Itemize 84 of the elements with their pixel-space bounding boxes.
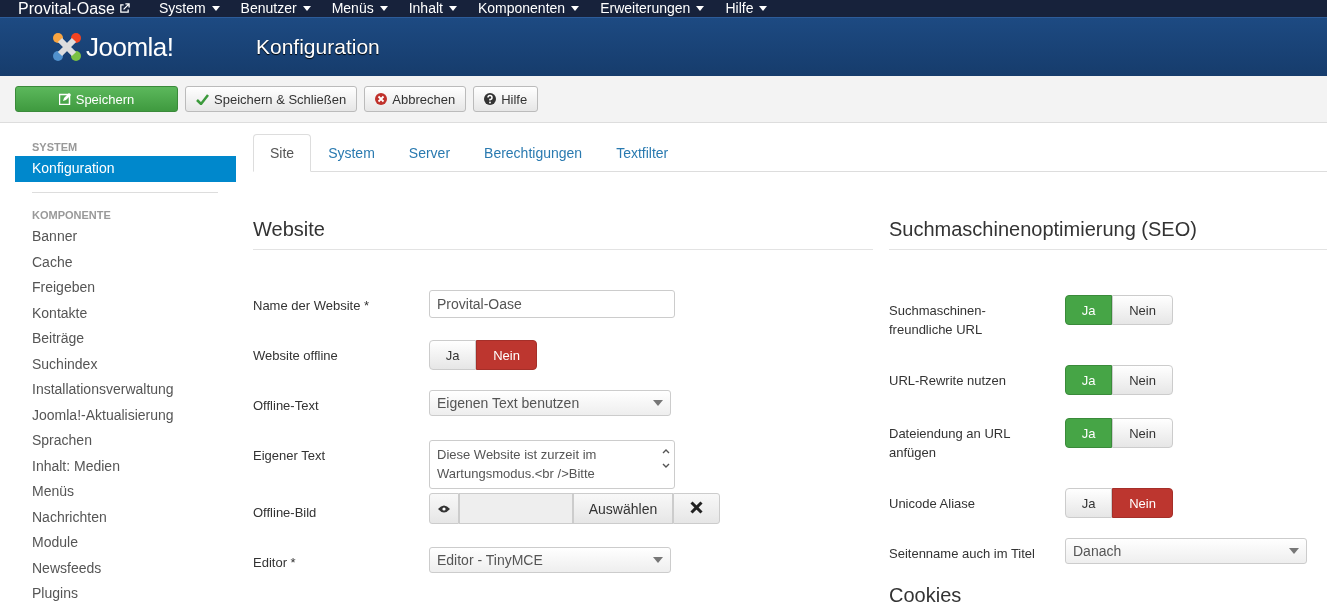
sidebar-item[interactable]: Banner	[15, 224, 236, 250]
field-label: Dateiendung an URL anfügen	[889, 425, 1011, 462]
toggle-option[interactable]: Nein	[1112, 365, 1173, 395]
sidebar-item[interactable]: Cache	[15, 249, 236, 275]
caret-icon	[302, 6, 311, 11]
menu-item[interactable]: Inhalt	[408, 0, 457, 17]
select-field[interactable]: Eigenen Text benutzen	[429, 390, 671, 416]
textarea-field[interactable]: Diese Website ist zurzeit im Wartungsmodus.<br />Bitte	[429, 440, 675, 489]
section-title: Cookies	[889, 584, 963, 607]
tab[interactable]: Textfilter	[599, 134, 686, 171]
menu-item[interactable]: Hilfe	[725, 0, 768, 17]
field-label: Suchmaschinen-freundliche URL	[889, 302, 987, 339]
menu-item[interactable]: Erweiterungen	[600, 0, 705, 17]
tab[interactable]: Site	[253, 134, 312, 172]
close-icon	[690, 500, 703, 514]
toggle-option[interactable]: Ja	[429, 340, 476, 370]
field-label: Unicode Aliase	[889, 495, 976, 513]
sidebar-item[interactable]: Freigeben	[15, 275, 236, 301]
toggle-option[interactable]: Nein	[1112, 488, 1173, 518]
menu-item[interactable]: Komponenten	[477, 0, 580, 17]
section-title: Suchmaschinenoptimierung (SEO)	[889, 218, 1327, 250]
cancel-button[interactable]: Abbrechen	[364, 86, 467, 112]
text-field[interactable]: Provital-Oase	[429, 290, 675, 318]
select-field[interactable]: Editor - TinyMCE	[429, 547, 671, 573]
sidebar-item[interactable]: Module	[15, 530, 236, 556]
field-label: Editor *	[253, 554, 297, 572]
tab[interactable]: Berechtigungen	[467, 134, 600, 171]
field-label: Eigener Text	[253, 447, 327, 465]
caret-icon	[653, 557, 663, 563]
caret-icon	[1289, 548, 1299, 554]
sidebar-item[interactable]: Konfiguration	[15, 156, 236, 182]
eye-icon	[438, 505, 450, 513]
sidebar-item[interactable]: Inhalt: Medien	[15, 453, 236, 479]
field-label: Seitenname auch im Titel	[889, 545, 1036, 563]
caret-icon	[653, 400, 663, 406]
tab[interactable]: Server	[391, 134, 468, 171]
sidebar-heading: KOMPONENTE	[31, 208, 112, 223]
sidebar-item[interactable]: Menüs	[15, 479, 236, 505]
sidebar-heading: SYSTEM	[31, 140, 79, 155]
sidebar-item[interactable]: Nachrichten	[15, 504, 236, 530]
field-label: URL-Rewrite nutzen	[889, 372, 1008, 390]
logo-icon	[50, 30, 84, 64]
toggle-option[interactable]: Ja	[1065, 488, 1112, 518]
menu-item[interactable]: Benutzer	[240, 0, 311, 17]
select-field[interactable]: Danach	[1065, 538, 1307, 564]
sidebar-item[interactable]: Kontakte	[15, 300, 236, 326]
sidebar-item[interactable]: Installationsverwaltung	[15, 377, 236, 403]
tab[interactable]: System	[311, 134, 392, 171]
caret-icon	[759, 6, 768, 11]
caret-icon	[379, 6, 388, 11]
preview-button[interactable]	[429, 493, 459, 524]
menu-item[interactable]: Menüs	[331, 0, 388, 17]
field-label: Offline-Bild	[253, 504, 318, 522]
check-icon	[196, 93, 209, 105]
sidebar-item[interactable]: Joomla!-Aktualisierung	[15, 402, 236, 428]
help-button[interactable]: Hilfe	[473, 86, 539, 112]
toggle-option[interactable]: Nein	[476, 340, 537, 370]
field-label: Name der Website *	[253, 297, 371, 315]
clear-button[interactable]	[673, 493, 720, 524]
sidebar-item[interactable]: Newsfeeds	[15, 555, 236, 581]
logo-text: Joomla!	[86, 31, 174, 63]
toggle-option[interactable]: Nein	[1112, 418, 1173, 448]
site-name-link[interactable]: Provital-Oase	[18, 0, 130, 17]
check-button[interactable]: Speichern & Schließen	[185, 86, 358, 112]
sidebar-item[interactable]: Suchindex	[15, 351, 236, 377]
page-title: Konfiguration	[256, 35, 380, 59]
edit-icon	[58, 93, 71, 105]
cancel-icon	[375, 93, 388, 105]
help-icon	[484, 93, 497, 105]
select-button[interactable]: Auswählen	[573, 493, 673, 524]
section-title: Website	[253, 218, 873, 250]
field-label: Website offline	[253, 347, 339, 365]
sidebar-item[interactable]: Sprachen	[15, 428, 236, 454]
caret-icon	[571, 6, 580, 11]
external-link-icon	[118, 3, 130, 14]
menu-item[interactable]: System	[158, 0, 220, 17]
field-label: Offline-Text	[253, 397, 320, 415]
sidebar-item[interactable]: Beiträge	[15, 326, 236, 352]
image-path-field[interactable]	[459, 493, 573, 524]
caret-icon	[211, 6, 220, 11]
caret-icon	[448, 6, 457, 11]
sidebar-item[interactable]: Plugins	[15, 581, 236, 607]
toggle-option[interactable]: Nein	[1112, 295, 1173, 325]
caret-icon	[696, 6, 705, 11]
